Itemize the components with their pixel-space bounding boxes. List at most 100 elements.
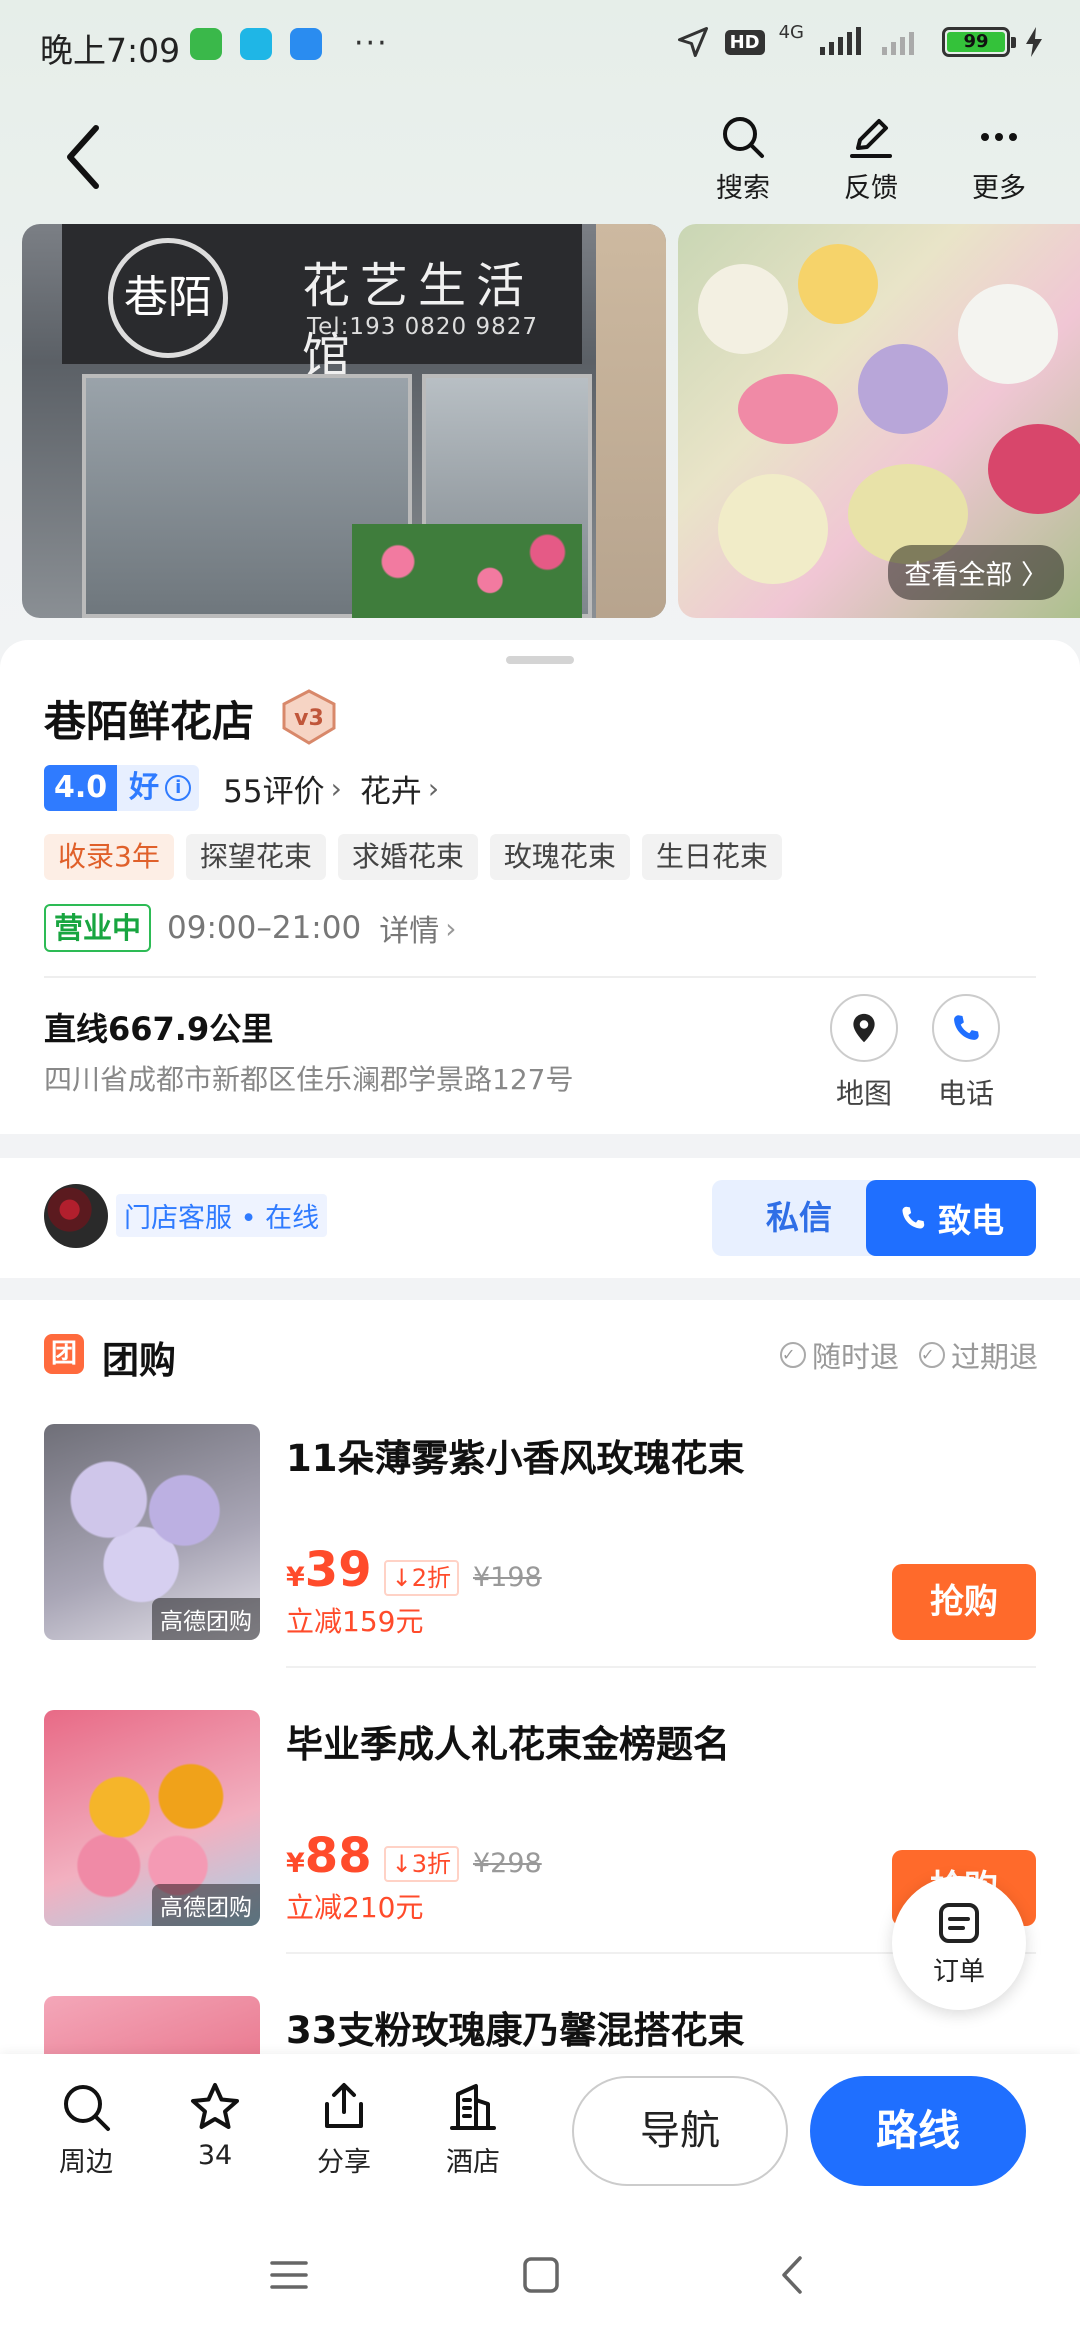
shop-signboard: 巷陌 花艺生活馆 Tel:193 0820 9827 bbox=[62, 224, 582, 384]
guarantee-item: ✓ 随时退 bbox=[779, 1334, 899, 1376]
deal-image[interactable]: 高德团购 bbox=[44, 1424, 260, 1640]
view-all-photos-button[interactable]: 查看全部 〉 bbox=[888, 545, 1064, 600]
deal-price: 88 bbox=[304, 1828, 372, 1884]
hours-row[interactable]: 营业中 09:00–21:00 详情 › bbox=[44, 904, 474, 952]
deal-image[interactable]: 高德团购 bbox=[44, 1710, 260, 1926]
address[interactable]: 四川省成都市新都区佳乐澜郡学景路127号 bbox=[44, 1058, 573, 1098]
map-button[interactable]: 地图 bbox=[824, 994, 904, 1112]
status-app-icons: ··· bbox=[190, 28, 389, 60]
tag[interactable]: 探望花束 bbox=[185, 834, 326, 880]
search-icon bbox=[723, 117, 764, 158]
shop-name: 巷陌鲜花店 bbox=[44, 697, 255, 746]
map-label: 地图 bbox=[835, 1077, 892, 1110]
chevron-right-icon: › bbox=[445, 911, 457, 945]
phone-icon bbox=[954, 1015, 979, 1040]
menu-icon[interactable] bbox=[264, 2250, 314, 2300]
status-time: 晚上7:09 bbox=[40, 31, 181, 70]
rating-row: 4.0 好 i 55评价 › 花卉 › bbox=[44, 764, 457, 812]
phone-label: 电话 bbox=[937, 1077, 994, 1110]
refund-guarantees: ✓ 随时退 ✓ 过期退 bbox=[779, 1334, 1038, 1376]
more-dots-icon bbox=[981, 133, 1017, 141]
favorite-button[interactable]: 34 bbox=[165, 2080, 265, 2171]
deal-title[interactable]: 11朵薄雾紫小香风玫瑰花束 bbox=[286, 1428, 745, 1482]
distance: 直线667.9公里 bbox=[44, 1010, 274, 1048]
service-status-label[interactable]: 门店客服 • 在线 bbox=[116, 1194, 328, 1237]
more-button[interactable]: 更多 bbox=[954, 112, 1044, 205]
storefront-photo[interactable]: 巷陌 花艺生活馆 Tel:193 0820 9827 bbox=[22, 224, 666, 618]
discount-text: 2折 bbox=[411, 1564, 451, 1592]
order-floating-button[interactable]: 订单 bbox=[892, 1876, 1026, 2010]
feedback-button[interactable]: 反馈 bbox=[826, 112, 916, 205]
system-back-icon[interactable] bbox=[768, 2250, 818, 2300]
call-button-label: 致电 bbox=[938, 1201, 1004, 1240]
photo-gallery[interactable]: 巷陌 花艺生活馆 Tel:193 0820 9827 查看全部 〉 bbox=[22, 224, 1080, 618]
battery-icon: 99 bbox=[942, 27, 1016, 57]
deal-image-label: 高德团购 bbox=[152, 1598, 260, 1640]
stone-wall bbox=[596, 224, 666, 618]
tag[interactable]: 求婚花束 bbox=[337, 834, 478, 880]
customer-service-card: 门店客服 • 在线 私信 致电 bbox=[0, 1158, 1080, 1278]
favorite-count: 34 bbox=[197, 2140, 233, 2171]
deal-item[interactable]: 高德团购 毕业季成人礼花束金榜题名 ¥ 88 ↓3折 ¥298 立减210元 抢… bbox=[44, 1710, 1036, 1928]
price-row: ¥ 88 ↓3折 ¥298 bbox=[286, 1828, 542, 1884]
flower-blob bbox=[698, 264, 788, 354]
hours-details-link[interactable]: 详情 bbox=[379, 906, 439, 950]
category-link[interactable]: 花卉 bbox=[360, 766, 422, 811]
call-button[interactable]: 致电 bbox=[866, 1180, 1036, 1256]
charging-bolt-icon bbox=[1026, 27, 1042, 57]
status-more-indicator: ··· bbox=[354, 26, 389, 61]
map-pin-icon bbox=[853, 1013, 875, 1043]
app-notification-icon bbox=[240, 28, 272, 60]
flowers-photo[interactable]: 查看全部 〉 bbox=[678, 224, 1080, 618]
check-circle-icon: ✓ bbox=[918, 1342, 945, 1368]
discount-badge: ↓2折 bbox=[383, 1560, 459, 1596]
price-row: ¥ 39 ↓2折 ¥198 bbox=[286, 1542, 542, 1598]
deal-item[interactable]: 高德团购 11朵薄雾紫小香风玫瑰花束 ¥ 39 ↓2折 ¥198 立减159元 … bbox=[44, 1424, 1036, 1642]
reviews-link[interactable]: 55评价 bbox=[223, 766, 324, 811]
signal-strength-2-icon bbox=[882, 32, 914, 55]
tag[interactable]: 生日花束 bbox=[641, 834, 782, 880]
more-label: 更多 bbox=[972, 173, 1026, 204]
back-arrow-icon[interactable] bbox=[60, 122, 110, 192]
rating-word[interactable]: 好 i bbox=[117, 765, 200, 811]
status-bar: 晚上7:09 ··· HD 4G 99 bbox=[0, 0, 1080, 90]
level-badge-text: v3 bbox=[294, 706, 324, 731]
rating-score: 4.0 bbox=[44, 765, 118, 811]
shop-logo: 巷陌 bbox=[108, 238, 228, 358]
business-hours: 09:00–21:00 bbox=[167, 910, 362, 946]
tag[interactable]: 玫瑰花束 bbox=[489, 834, 630, 880]
share-button[interactable]: 分享 bbox=[294, 2080, 394, 2179]
currency-symbol: ¥ bbox=[286, 1848, 305, 1879]
bottom-action-bar: 周边 34 分享 酒店 导航 路线 bbox=[0, 2054, 1080, 2206]
order-list-icon bbox=[939, 1902, 979, 1943]
phone-icon-circle bbox=[932, 994, 1000, 1062]
check-circle-icon: ✓ bbox=[779, 1342, 806, 1368]
tag: 收录3年 bbox=[44, 834, 174, 880]
sign-phone: Tel:193 0820 9827 bbox=[307, 314, 539, 340]
search-icon bbox=[64, 2085, 110, 2131]
flower-blob bbox=[718, 474, 828, 584]
group-buy-title: 团购 bbox=[102, 1339, 176, 1382]
guarantee-text: 过期退 bbox=[950, 1340, 1038, 1374]
merchant-level-badge: v3 bbox=[282, 689, 336, 745]
deal-title[interactable]: 毕业季成人礼花束金榜题名 bbox=[286, 1714, 730, 1768]
nearby-button[interactable]: 周边 bbox=[36, 2080, 136, 2179]
phone-button[interactable]: 电话 bbox=[926, 994, 1006, 1112]
header-actions: 搜索 反馈 更多 bbox=[698, 112, 1044, 205]
chevron-right-icon: › bbox=[330, 771, 342, 805]
deal-title[interactable]: 33支粉玫瑰康乃馨混搭花束 bbox=[286, 2000, 745, 2054]
share-icon bbox=[325, 2083, 363, 2128]
saving-text: 立减159元 bbox=[286, 1605, 424, 1638]
drag-handle[interactable] bbox=[506, 656, 574, 664]
flower-blob bbox=[858, 344, 948, 434]
flower-blob bbox=[958, 284, 1058, 384]
private-message-button[interactable]: 私信 bbox=[712, 1180, 886, 1256]
search-button[interactable]: 搜索 bbox=[698, 112, 788, 205]
network-type: 4G bbox=[778, 21, 804, 43]
navigation-button[interactable]: 导航 bbox=[572, 2076, 788, 2186]
info-icon: i bbox=[165, 775, 192, 801]
home-square-icon[interactable] bbox=[516, 2250, 566, 2300]
route-button[interactable]: 路线 bbox=[810, 2076, 1026, 2186]
hotel-button[interactable]: 酒店 bbox=[423, 2080, 523, 2179]
buy-button[interactable]: 抢购 bbox=[892, 1564, 1036, 1640]
